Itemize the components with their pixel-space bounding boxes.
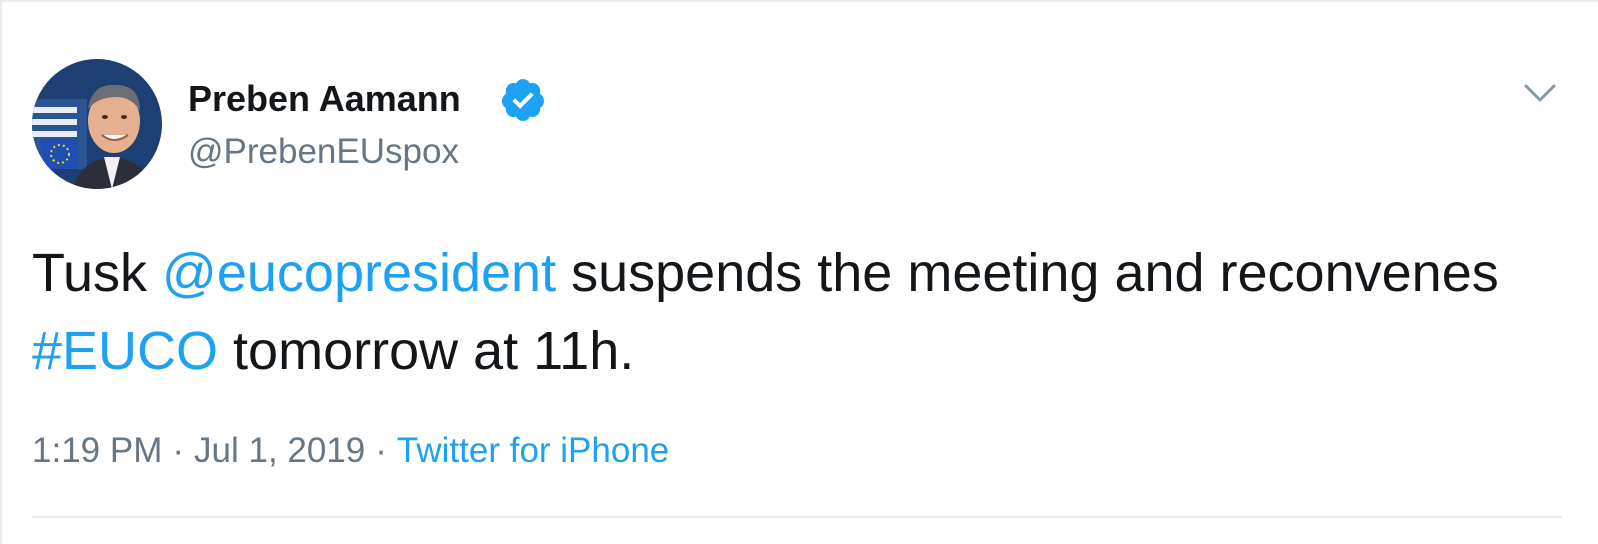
tweet-text-middle: suspends the meeting and reconvenes	[556, 243, 1499, 303]
user-handle[interactable]: @PrebenEUspox	[188, 131, 459, 173]
tweet-meta: 1:19 PM · Jul 1, 2019 · Twitter for iPhone	[32, 428, 669, 474]
avatar[interactable]	[32, 59, 162, 189]
avatar-photo	[32, 59, 162, 189]
meta-separator: ·	[375, 431, 387, 470]
tweet-date[interactable]: Jul 1, 2019	[194, 431, 365, 470]
tweet-time[interactable]: 1:19 PM	[32, 431, 162, 470]
verified-badge-icon	[499, 76, 547, 124]
tweet-card: Preben Aamann @PrebenEUspox Tusk @eucopr…	[0, 0, 1598, 544]
tweet-source-link[interactable]: Twitter for iPhone	[397, 431, 669, 470]
mention-link[interactable]: @eucopresident	[162, 243, 556, 303]
hashtag-link[interactable]: #EUCO	[32, 321, 218, 381]
tweet-text-prefix: Tusk	[32, 243, 163, 303]
display-name[interactable]: Preben Aamann	[188, 78, 461, 120]
tweet-text-suffix: tomorrow at 11h.	[218, 321, 635, 381]
tweet-text: Tusk @eucopresident suspends the meeting…	[32, 234, 1512, 390]
chevron-down-icon[interactable]	[1520, 78, 1560, 106]
divider	[32, 516, 1562, 518]
meta-separator: ·	[172, 431, 185, 470]
